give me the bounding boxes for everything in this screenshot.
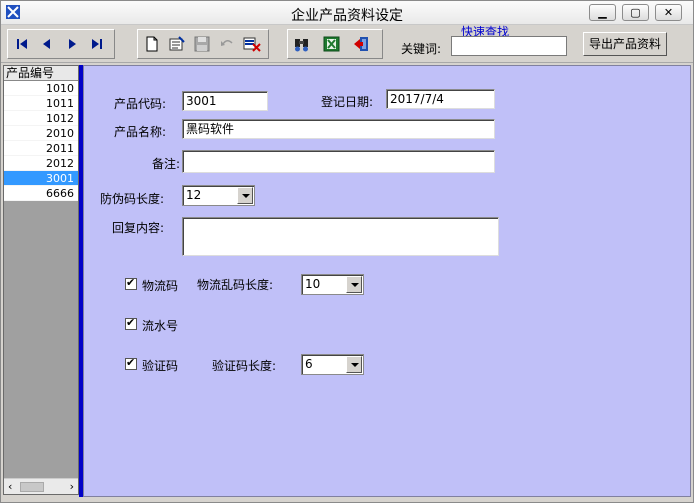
list-item[interactable]: 1011 xyxy=(4,96,78,111)
scroll-right-icon[interactable]: › xyxy=(70,480,74,493)
anticounterfeit-length-value: 12 xyxy=(186,188,202,202)
last-icon xyxy=(92,39,102,49)
export-products-button[interactable]: 导出产品资料 xyxy=(583,32,667,56)
list-item[interactable]: 1012 xyxy=(4,111,78,126)
logistics-code-checkbox[interactable] xyxy=(125,276,137,290)
scroll-left-icon[interactable]: ‹ xyxy=(8,480,12,493)
scroll-thumb[interactable] xyxy=(20,482,44,492)
list-item[interactable]: 6666 xyxy=(4,186,78,201)
delete-icon xyxy=(243,37,261,52)
excel-button[interactable] xyxy=(320,32,344,56)
close-icon: ✕ xyxy=(663,6,674,19)
prev-icon xyxy=(43,39,50,49)
main-window: 企业产品资料设定 ▁ ▢ ✕ 快速查找 关键词: 导出产品资料 产品编号 101… xyxy=(0,0,694,503)
edit-button[interactable] xyxy=(165,32,189,56)
serial-number-label: 流水号 xyxy=(142,319,179,333)
logistics-length-select[interactable]: 10 xyxy=(301,274,364,295)
next-record-button[interactable] xyxy=(60,32,84,56)
undo-icon xyxy=(221,40,233,46)
anticounterfeit-length-select[interactable]: 12 xyxy=(182,185,255,206)
keyword-label: 关键词: xyxy=(401,42,442,56)
anticounterfeit-length-label: 防伪码长度: xyxy=(100,192,165,206)
note-field[interactable] xyxy=(182,150,495,173)
verify-code-checkbox[interactable] xyxy=(125,356,137,370)
chevron-down-icon[interactable] xyxy=(346,356,362,373)
new-document-icon xyxy=(146,36,158,52)
new-button[interactable] xyxy=(140,32,164,56)
edit-icon xyxy=(169,36,185,51)
register-date-field[interactable]: 2017/7/4 xyxy=(386,89,495,109)
minimize-icon: ▁ xyxy=(598,6,607,19)
tools-button-group xyxy=(287,29,383,59)
product-code-field[interactable]: 3001 xyxy=(182,91,268,111)
list-rows: 1010 1011 1012 2010 2011 2012 3001 6666 xyxy=(4,81,78,201)
prev-record-button[interactable] xyxy=(35,32,59,56)
save-icon xyxy=(194,36,210,52)
minimize-button[interactable]: ▁ xyxy=(589,4,616,21)
logistics-code-label: 物流码 xyxy=(142,279,179,293)
note-label: 备注: xyxy=(152,157,181,171)
product-code-label: 产品代码: xyxy=(114,97,167,111)
next-icon xyxy=(69,39,76,49)
list-item[interactable]: 2011 xyxy=(4,141,78,156)
binoculars-icon xyxy=(295,39,308,52)
product-code-list: 产品编号 1010 1011 1012 2010 2011 2012 3001 6666 ‹ … xyxy=(3,65,79,495)
chevron-down-icon[interactable] xyxy=(346,276,362,293)
list-header: 产品编号 xyxy=(4,66,78,81)
exit-button[interactable] xyxy=(350,32,374,56)
undo-button[interactable] xyxy=(215,32,239,56)
reply-content-field[interactable] xyxy=(182,217,499,256)
list-item[interactable]: 2012 xyxy=(4,156,78,171)
save-button[interactable] xyxy=(190,32,214,56)
verify-length-label: 验证码长度: xyxy=(212,359,277,373)
verify-length-value: 6 xyxy=(305,357,313,371)
first-icon xyxy=(17,39,27,49)
edit-button-group xyxy=(137,29,269,59)
maximize-button[interactable]: ▢ xyxy=(622,4,649,21)
logistics-length-value: 10 xyxy=(305,277,321,291)
product-form: 产品代码: 3001 登记日期: 2017/7/4 产品名称: 黑码软件 备注:… xyxy=(83,65,691,497)
verify-code-label: 验证码 xyxy=(142,359,179,373)
logistics-length-label: 物流乱码长度: xyxy=(197,278,274,292)
excel-icon xyxy=(323,36,340,52)
delete-button[interactable] xyxy=(240,32,264,56)
chevron-down-icon[interactable] xyxy=(237,187,253,204)
nav-button-group xyxy=(7,29,115,59)
list-item[interactable]: 3001 xyxy=(4,171,78,186)
title-bar: 企业产品资料设定 ▁ ▢ ✕ xyxy=(1,1,693,25)
first-record-button[interactable] xyxy=(10,32,34,56)
reply-content-label: 回复内容: xyxy=(112,221,165,235)
exit-icon xyxy=(354,37,368,51)
list-item[interactable]: 2010 xyxy=(4,126,78,141)
serial-number-checkbox[interactable] xyxy=(125,316,137,330)
last-record-button[interactable] xyxy=(85,32,109,56)
register-date-label: 登记日期: xyxy=(321,95,374,109)
product-name-field[interactable]: 黑码软件 xyxy=(182,119,495,139)
list-scrollbar[interactable]: ‹ › xyxy=(4,478,78,494)
close-button[interactable]: ✕ xyxy=(655,4,682,21)
keyword-input[interactable] xyxy=(451,36,567,56)
verify-length-select[interactable]: 6 xyxy=(301,354,364,375)
product-name-label: 产品名称: xyxy=(114,125,167,139)
list-item[interactable]: 1010 xyxy=(4,81,78,96)
maximize-icon: ▢ xyxy=(630,6,641,19)
find-button[interactable] xyxy=(290,32,314,56)
